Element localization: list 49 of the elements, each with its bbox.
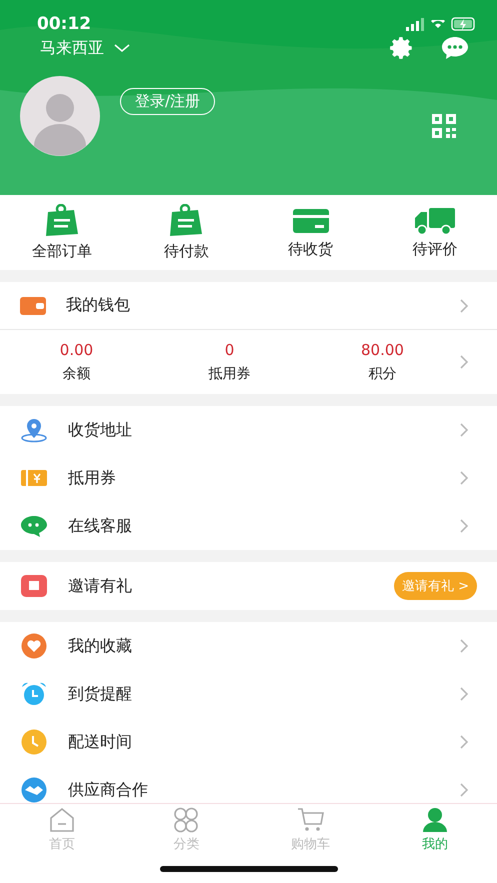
- menu-item[interactable]: 抵用券: [0, 454, 497, 502]
- menu-item[interactable]: 供应商合作: [0, 766, 497, 803]
- chevron-right-icon: [459, 686, 469, 702]
- menu-item[interactable]: 我的收藏: [0, 622, 497, 670]
- home-icon: [48, 807, 76, 833]
- chevron-right-icon: [459, 782, 469, 798]
- stat-value: 0: [224, 341, 234, 359]
- order-shortcut[interactable]: 待付款: [124, 204, 248, 261]
- chevron-down-icon[interactable]: [114, 43, 130, 53]
- menu-item[interactable]: 到货提醒: [0, 670, 497, 718]
- settings-icon[interactable]: [389, 35, 415, 61]
- cart-icon: [296, 807, 325, 833]
- battery-icon: [451, 17, 475, 31]
- order-shortcut[interactable]: 待评价: [372, 206, 497, 259]
- chevron-right-icon: [459, 422, 469, 438]
- wifi-icon: [430, 20, 445, 28]
- wallet-row[interactable]: 我的钱包: [0, 282, 497, 329]
- ticket-icon: [20, 468, 48, 488]
- stat-value: 80.00: [361, 341, 404, 359]
- stat-value: 0.00: [60, 341, 94, 359]
- menu-item[interactable]: 收货地址: [0, 406, 497, 454]
- clock-icon: [20, 729, 48, 755]
- category-icon: [172, 807, 200, 833]
- chevron-right-icon: [459, 518, 469, 534]
- order-shortcut[interactable]: 全部订单: [0, 204, 124, 261]
- menu-item[interactable]: 邀请有礼 邀请有礼 >: [0, 562, 497, 610]
- stat-label: 抵用券: [208, 365, 250, 383]
- person-icon: [420, 807, 449, 833]
- menu-item[interactable]: 配送时间: [0, 718, 497, 766]
- location-pin-icon: [20, 417, 48, 443]
- order-shortcut[interactable]: 待收货: [248, 206, 373, 259]
- chevron-right-icon: [459, 470, 469, 486]
- card-icon: [290, 206, 331, 236]
- chat-bubble-icon: [20, 514, 48, 538]
- stat-label: 积分: [368, 365, 396, 383]
- chevron-right-icon[interactable]: [459, 354, 469, 370]
- wallet-icon: [20, 296, 46, 316]
- status-time: 00:12: [37, 14, 92, 34]
- alarm-clock-icon: [20, 681, 48, 707]
- stat-label: 余额: [62, 365, 90, 383]
- chevron-right-icon: [459, 638, 469, 654]
- chevron-right-icon: [459, 734, 469, 750]
- menu-item[interactable]: 在线客服: [0, 502, 497, 550]
- qr-code-icon[interactable]: [431, 113, 457, 139]
- chevron-right-icon: [459, 298, 469, 314]
- truck-icon: [412, 206, 457, 236]
- signal-icon: [406, 17, 424, 31]
- chat-icon[interactable]: [441, 35, 469, 61]
- avatar[interactable]: [20, 76, 100, 156]
